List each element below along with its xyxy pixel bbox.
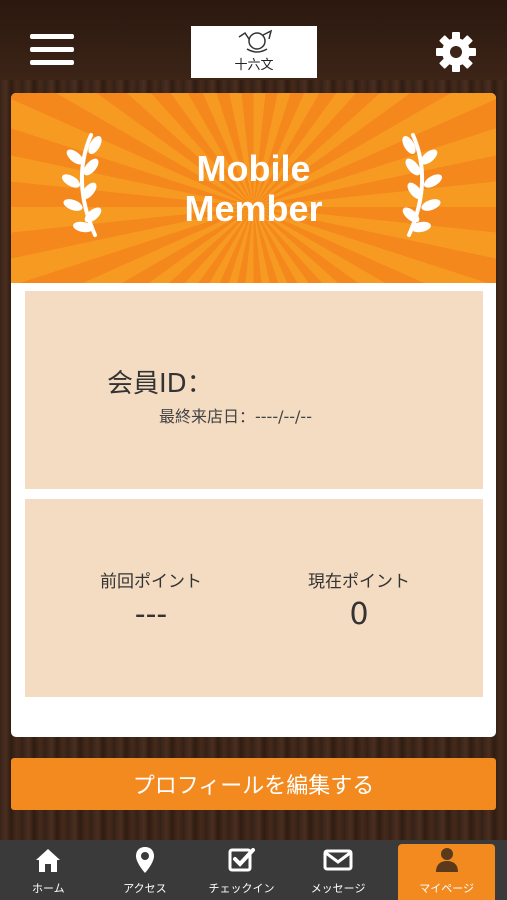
last-visit-label: 最終来店日：----/--/-- [159,407,312,426]
previous-points-label: 前回ポイント [100,572,202,592]
tab-home-label: ホーム [31,882,65,895]
tab-checkin[interactable]: チェックイン [193,840,290,900]
points-panel: 前回ポイント --- 現在ポイント 0 [25,499,483,697]
tab-home[interactable]: ホーム [0,840,97,900]
hamburger-menu-icon[interactable] [30,34,74,70]
tab-checkin-label: チェックイン [208,882,275,895]
app-header: 十六文 [0,0,507,80]
tab-access-label: アクセス [123,882,167,895]
laurel-right-icon [402,133,443,237]
previous-points-value: --- [134,597,168,632]
member-id-panel: 会員ID： 最終来店日：----/--/-- [25,291,483,489]
envelope-icon [323,849,353,871]
bottom-tab-bar: ホーム アクセス チェックイン メッセージ マイページ [0,840,507,900]
person-icon [435,848,458,872]
logo-illustration: 十六文 [234,29,274,73]
checkbox-icon [228,848,256,872]
edit-profile-button[interactable]: プロフィールを編集する [11,758,496,810]
logo-text: 十六文 [234,58,273,73]
shop-logo: 十六文 [191,26,317,78]
gear-icon[interactable] [432,28,480,76]
mobile-member-banner: Mobile Member [11,93,496,283]
tab-message[interactable]: メッセージ [290,840,387,900]
tab-mypage[interactable]: マイページ [398,844,495,900]
current-points-value: 0 [349,597,369,632]
tab-mypage-label: マイページ [419,882,475,895]
member-card: Mobile Member 会員ID： 最終来店日：----/--/-- 前回ポ… [11,93,496,737]
location-pin-icon [135,847,154,873]
member-id-label: 会員ID： [107,369,213,399]
tab-message-label: メッセージ [310,882,366,895]
home-icon [36,849,61,872]
tab-access[interactable]: アクセス [97,840,194,900]
current-points-label: 現在ポイント [308,572,410,592]
